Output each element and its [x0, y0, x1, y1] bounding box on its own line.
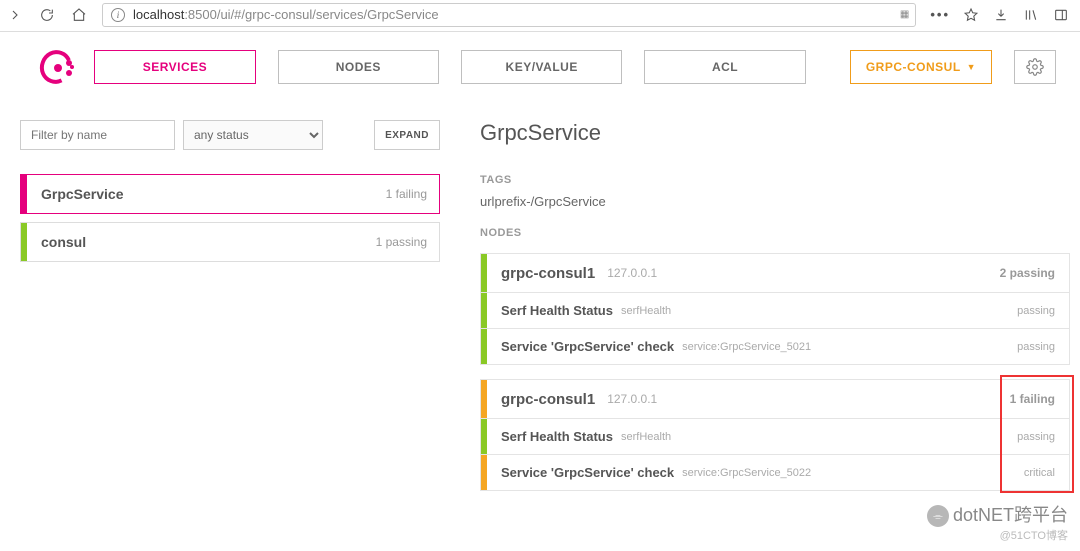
- check-id: service:GrpcService_5021: [682, 341, 811, 353]
- bookmark-icon[interactable]: [962, 6, 980, 24]
- download-icon[interactable]: [992, 6, 1010, 24]
- service-status: 1 passing: [376, 235, 427, 249]
- check-name: Service 'GrpcService' check: [501, 465, 674, 480]
- node-name: grpc-consul1: [501, 265, 595, 282]
- nodes-label: NODES: [480, 227, 1070, 239]
- tags-label: TAGS: [480, 174, 1070, 186]
- sidebar-icon[interactable]: [1052, 6, 1070, 24]
- url-bar[interactable]: i localhost:8500/ui/#/grpc-consul/servic…: [102, 3, 916, 27]
- tab-services[interactable]: SERVICES: [94, 50, 255, 84]
- url-text: localhost:8500/ui/#/grpc-consul/services…: [133, 7, 439, 22]
- service-list: GrpcService 1 failing consul 1 passing: [20, 174, 440, 262]
- caret-down-icon: ▼: [967, 62, 976, 72]
- watermark: ⌯dotNET跨平台 @51CTO博客: [927, 501, 1068, 543]
- status-bar: [481, 293, 487, 328]
- library-icon[interactable]: [1022, 6, 1040, 24]
- check-id: serfHealth: [621, 431, 671, 443]
- forward-icon[interactable]: [6, 6, 24, 24]
- expand-button[interactable]: EXPAND: [374, 120, 440, 150]
- status-bar: [21, 223, 27, 261]
- node-block: grpc-consul1 127.0.0.1 2 passing Serf He…: [480, 253, 1070, 365]
- node-ip: 127.0.0.1: [607, 266, 657, 280]
- page-title: GrpcService: [480, 120, 1070, 146]
- status-bar: [481, 254, 487, 292]
- node-status: 2 passing: [1000, 266, 1055, 280]
- node-ip: 127.0.0.1: [607, 392, 657, 406]
- status-bar: [481, 455, 487, 490]
- health-check[interactable]: Serf Health Status serfHealth passing: [480, 293, 1070, 329]
- reload-icon[interactable]: [38, 6, 56, 24]
- service-status: 1 failing: [386, 187, 427, 201]
- node-name: grpc-consul1: [501, 391, 595, 408]
- wechat-icon: ⌯: [927, 505, 949, 527]
- check-status: passing: [1017, 305, 1055, 317]
- status-bar: [21, 175, 27, 213]
- node-block: grpc-consul1 127.0.0.1 1 failing Serf He…: [480, 379, 1070, 491]
- node-header[interactable]: grpc-consul1 127.0.0.1 1 failing: [480, 379, 1070, 419]
- home-icon[interactable]: [70, 6, 88, 24]
- filter-bar: any status EXPAND: [20, 120, 440, 150]
- health-check[interactable]: Service 'GrpcService' check service:Grpc…: [480, 455, 1070, 491]
- health-check[interactable]: Service 'GrpcService' check service:Grpc…: [480, 329, 1070, 365]
- settings-button[interactable]: [1014, 50, 1056, 84]
- browser-toolbar: i localhost:8500/ui/#/grpc-consul/servic…: [0, 0, 1080, 32]
- status-select[interactable]: any status: [183, 120, 323, 150]
- gear-icon: [1026, 58, 1044, 76]
- check-name: Serf Health Status: [501, 429, 613, 444]
- check-id: serfHealth: [621, 305, 671, 317]
- status-bar: [481, 419, 487, 454]
- check-status: passing: [1017, 431, 1055, 443]
- datacenter-dropdown[interactable]: GRPC-CONSUL▼: [850, 50, 992, 84]
- more-icon[interactable]: •••: [930, 7, 950, 22]
- check-name: Serf Health Status: [501, 303, 613, 318]
- tab-nodes[interactable]: NODES: [278, 50, 439, 84]
- tags-value: urlprefix-/GrpcService: [480, 194, 1070, 209]
- check-id: service:GrpcService_5022: [682, 467, 811, 479]
- status-bar: [481, 329, 487, 364]
- tab-kv[interactable]: KEY/VALUE: [461, 50, 622, 84]
- site-info-icon[interactable]: i: [111, 8, 125, 22]
- check-status: critical: [1024, 467, 1055, 479]
- status-bar: [481, 380, 487, 418]
- service-name: consul: [41, 234, 86, 250]
- qr-icon[interactable]: ▦: [900, 9, 907, 20]
- service-name: GrpcService: [41, 186, 124, 202]
- health-check[interactable]: Serf Health Status serfHealth passing: [480, 419, 1070, 455]
- consul-header: SERVICES NODES KEY/VALUE ACL GRPC-CONSUL…: [0, 32, 1080, 102]
- tab-acl[interactable]: ACL: [644, 50, 805, 84]
- service-item[interactable]: GrpcService 1 failing: [20, 174, 440, 214]
- filter-input[interactable]: [20, 120, 175, 150]
- service-item[interactable]: consul 1 passing: [20, 222, 440, 262]
- check-name: Service 'GrpcService' check: [501, 339, 674, 354]
- check-status: passing: [1017, 341, 1055, 353]
- consul-logo[interactable]: [40, 50, 72, 84]
- node-header[interactable]: grpc-consul1 127.0.0.1 2 passing: [480, 253, 1070, 293]
- node-status: 1 failing: [1010, 392, 1055, 406]
